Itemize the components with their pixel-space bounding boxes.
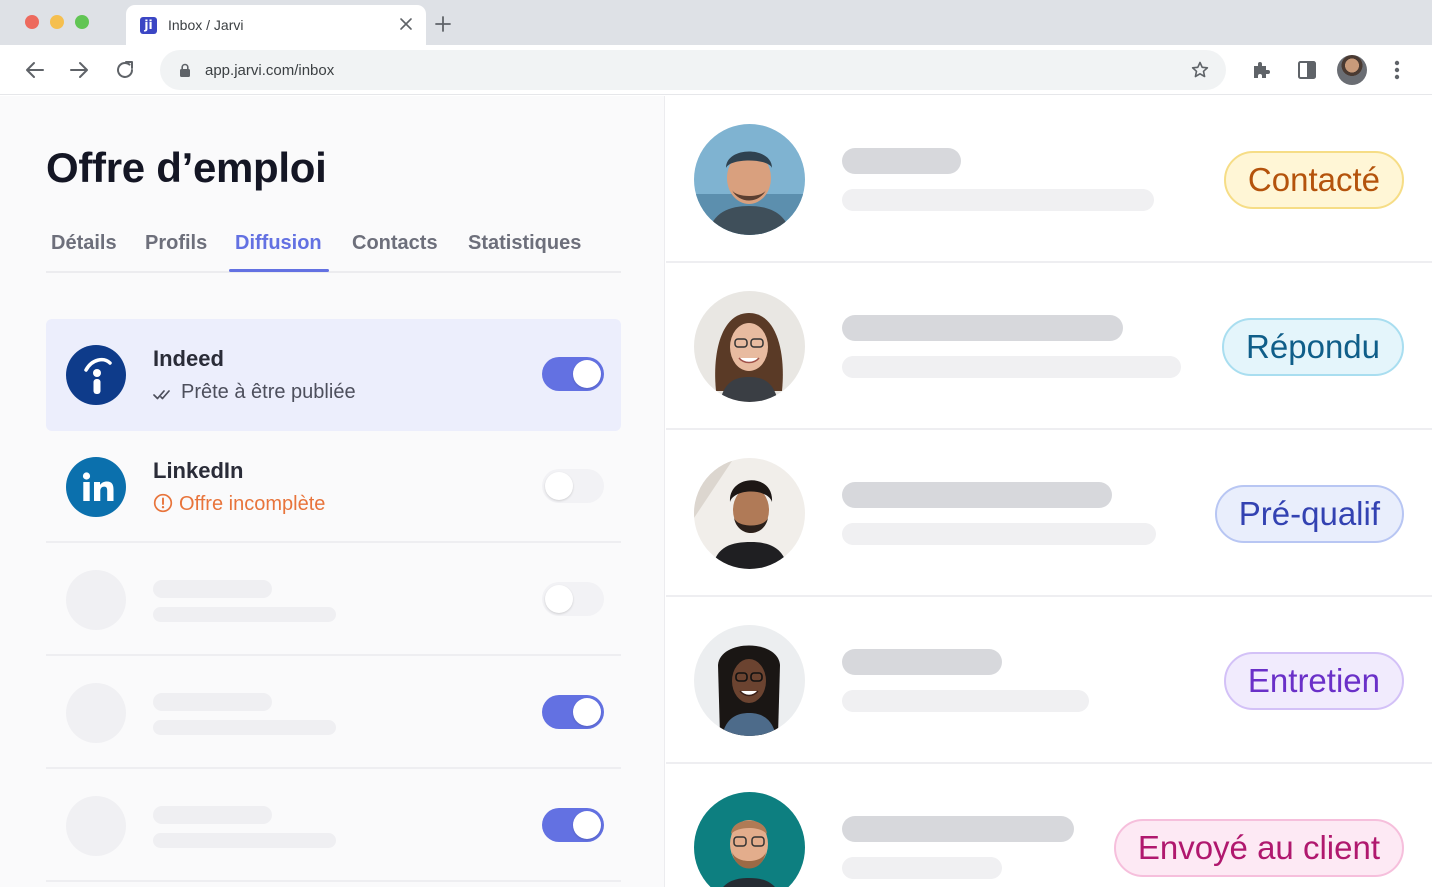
channel-toggle[interactable] bbox=[542, 808, 604, 842]
skeleton-name bbox=[842, 816, 1074, 842]
status-badge: Entretien bbox=[1223, 652, 1404, 710]
channel-row-placeholder bbox=[46, 544, 621, 656]
toggle-knob bbox=[573, 811, 601, 839]
toggle-knob bbox=[573, 360, 601, 388]
placeholder-logo bbox=[66, 683, 126, 743]
channel-toggle[interactable] bbox=[542, 357, 604, 391]
candidate-list: Contacté Répondu Pré-qualif Entretien En… bbox=[666, 96, 1432, 887]
channel-toggle[interactable] bbox=[542, 695, 604, 729]
skeleton-line bbox=[153, 607, 336, 622]
browser-tab-bar: ji Inbox / Jarvi bbox=[0, 0, 1432, 45]
page-title: Offre d’emploi bbox=[46, 144, 327, 191]
placeholder-logo bbox=[66, 796, 126, 856]
lock-icon bbox=[180, 63, 190, 77]
address-bar[interactable]: app.jarvi.com/inbox bbox=[160, 50, 1226, 90]
more-menu-icon[interactable] bbox=[1387, 58, 1407, 82]
skeleton-name bbox=[842, 482, 1112, 508]
new-tab-icon[interactable] bbox=[433, 14, 453, 34]
active-tab-indicator bbox=[229, 269, 329, 272]
tab-statistics[interactable]: Statistiques bbox=[468, 232, 581, 255]
skeleton-name bbox=[842, 649, 1002, 675]
linkedin-logo-icon bbox=[66, 457, 126, 517]
candidate-row[interactable]: Répondu bbox=[666, 263, 1432, 430]
channel-toggle[interactable] bbox=[542, 582, 604, 616]
candidate-row[interactable]: Pré-qualif bbox=[666, 430, 1432, 597]
skeleton-detail bbox=[842, 690, 1089, 712]
channel-status-text: Prête à être publiée bbox=[181, 381, 356, 403]
url-text: app.jarvi.com/inbox bbox=[205, 62, 335, 79]
reload-icon[interactable] bbox=[113, 58, 137, 82]
skeleton-line bbox=[153, 806, 272, 824]
bookmark-star-icon[interactable] bbox=[1190, 60, 1210, 80]
tab-diffusion[interactable]: Diffusion bbox=[235, 232, 322, 255]
channel-row-linkedin[interactable]: LinkedIn Offre incomplète bbox=[46, 431, 621, 543]
channel-status: Prête à être publiée bbox=[153, 381, 356, 404]
toggle-knob bbox=[545, 472, 573, 500]
candidate-row[interactable]: Envoyé au client bbox=[666, 764, 1432, 887]
jarvi-favicon-icon: ji bbox=[140, 17, 157, 34]
channel-row-placeholder bbox=[46, 770, 621, 882]
candidate-avatar bbox=[694, 458, 805, 569]
indeed-logo-icon bbox=[66, 345, 126, 405]
tab-details[interactable]: Détails bbox=[51, 232, 117, 255]
double-check-icon bbox=[153, 390, 170, 400]
channel-status-text: Offre incomplète bbox=[179, 493, 326, 515]
candidate-avatar bbox=[694, 291, 805, 402]
job-tabs: Détails Profils Diffusion Contacts Stati… bbox=[46, 226, 621, 273]
extensions-puzzle-icon[interactable] bbox=[1250, 58, 1274, 82]
maximize-window-button[interactable] bbox=[75, 15, 89, 29]
tab-title: Inbox / Jarvi bbox=[168, 17, 244, 33]
channel-name: LinkedIn bbox=[153, 458, 244, 483]
channel-name: Indeed bbox=[153, 346, 224, 371]
browser-tab[interactable]: ji Inbox / Jarvi bbox=[126, 5, 426, 45]
warning-circle-icon bbox=[153, 493, 173, 513]
skeleton-detail bbox=[842, 523, 1156, 545]
status-badge: Contacté bbox=[1223, 151, 1404, 209]
candidate-avatar bbox=[694, 792, 805, 887]
skeleton-line bbox=[153, 693, 272, 711]
skeleton-line bbox=[153, 720, 336, 735]
placeholder-logo bbox=[66, 570, 126, 630]
close-icon[interactable] bbox=[398, 16, 414, 32]
side-panel-icon[interactable] bbox=[1295, 58, 1319, 82]
channel-row-placeholder bbox=[46, 657, 621, 769]
skeleton-name bbox=[842, 148, 961, 174]
toggle-knob bbox=[545, 585, 573, 613]
skeleton-detail bbox=[842, 356, 1181, 378]
skeleton-name bbox=[842, 315, 1123, 341]
tab-profiles[interactable]: Profils bbox=[145, 232, 207, 255]
skeleton-detail bbox=[842, 189, 1154, 211]
skeleton-detail bbox=[842, 857, 1002, 879]
status-badge: Pré-qualif bbox=[1214, 485, 1404, 543]
tab-contacts[interactable]: Contacts bbox=[352, 232, 438, 255]
candidate-row[interactable]: Contacté bbox=[666, 96, 1432, 263]
status-badge: Répondu bbox=[1222, 318, 1404, 376]
profile-avatar[interactable] bbox=[1337, 55, 1367, 85]
skeleton-line bbox=[153, 580, 272, 598]
channel-row-indeed[interactable]: Indeed Prête à être publiée bbox=[46, 319, 621, 431]
channel-toggle[interactable] bbox=[542, 469, 604, 503]
channel-status: Offre incomplète bbox=[153, 493, 325, 516]
browser-toolbar: app.jarvi.com/inbox bbox=[0, 45, 1432, 95]
candidate-avatar bbox=[694, 625, 805, 736]
close-window-button[interactable] bbox=[25, 15, 39, 29]
skeleton-line bbox=[153, 833, 336, 848]
minimize-window-button[interactable] bbox=[50, 15, 64, 29]
back-arrow-icon[interactable] bbox=[23, 58, 47, 82]
status-badge: Envoyé au client bbox=[1113, 819, 1404, 877]
forward-arrow-icon[interactable] bbox=[67, 58, 91, 82]
job-offer-panel: Offre d’emploi Détails Profils Diffusion… bbox=[0, 96, 665, 887]
candidate-avatar bbox=[694, 124, 805, 235]
candidate-row[interactable]: Entretien bbox=[666, 597, 1432, 764]
toggle-knob bbox=[573, 698, 601, 726]
